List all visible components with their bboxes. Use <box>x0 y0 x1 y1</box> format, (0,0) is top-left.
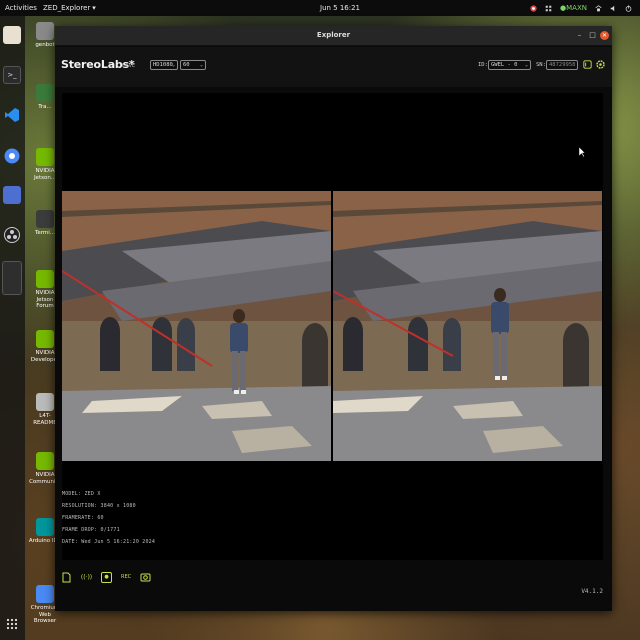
desktop-app-icon <box>36 148 54 166</box>
right-camera-frame <box>333 191 602 461</box>
obs-icon[interactable] <box>3 226 21 244</box>
app-header: StereoLabs* LIVE HD1080 ⌄ 60 ⌄ ID: GWEL … <box>55 47 612 87</box>
minimize-icon[interactable]: – <box>575 31 584 40</box>
desktop-app-icon <box>36 585 54 603</box>
power-icon[interactable] <box>625 4 632 12</box>
grid-icon[interactable] <box>545 5 552 12</box>
terminal-window-icon[interactable] <box>2 261 22 295</box>
camera-id-label: ID: <box>478 62 488 68</box>
desktop-app-icon <box>36 518 54 536</box>
gear-icon[interactable] <box>595 59 606 70</box>
dock: >_ <box>0 16 25 640</box>
network-icon[interactable] <box>595 4 602 12</box>
desktop-app-icon <box>36 84 54 102</box>
record-button[interactable]: ● <box>101 571 112 583</box>
file-icon[interactable] <box>61 572 72 583</box>
window-title: Explorer <box>316 31 351 39</box>
clock[interactable]: Jun 5 16:21 <box>320 4 360 12</box>
camera-id-select-value: GWEL - 0 <box>491 62 518 68</box>
left-camera-frame <box>62 191 331 461</box>
camera-id-select[interactable]: GWEL - 0 ⌄ <box>488 60 531 70</box>
desktop-app-icon <box>36 210 54 228</box>
screenshot-icon[interactable] <box>3 186 21 204</box>
system-top-bar: Activities ZED_Explorer ▾ Jun 5 16:21 ●M… <box>0 0 640 16</box>
info-date: DATE: Wed Jun 5 16:21:20 2024 <box>62 539 156 545</box>
settings-panel-icon[interactable] <box>582 59 593 70</box>
desktop-app-icon <box>36 330 54 348</box>
chevron-down-icon: ⌄ <box>524 62 528 68</box>
show-apps-icon[interactable] <box>6 618 18 630</box>
chevron-down-icon: ⌄ <box>199 62 203 68</box>
info-resolution: RESOLUTION: 3840 x 1080 <box>62 503 136 509</box>
explorer-window: Explorer – □ ✕ StereoLabs* LIVE HD1080 ⌄… <box>55 26 612 611</box>
chromium-icon[interactable] <box>3 147 21 165</box>
chrome-icon[interactable] <box>530 4 537 12</box>
app-menu[interactable]: ZED_Explorer ▾ <box>43 4 96 12</box>
maximize-icon[interactable]: □ <box>588 31 597 40</box>
stream-icon[interactable]: ((·)) <box>81 572 92 583</box>
power-mode-indicator[interactable]: ●MAXN <box>560 4 587 12</box>
serial-number-value: 48729958 <box>549 62 576 68</box>
window-titlebar[interactable]: Explorer – □ ✕ <box>55 26 612 46</box>
files-icon[interactable] <box>3 26 21 44</box>
activities-button[interactable]: Activities <box>5 4 37 12</box>
serial-number-field: 48729958 <box>546 60 578 70</box>
info-framerate: FRAMERATE: 60 <box>62 515 104 521</box>
fps-select-value: 60 <box>183 62 190 68</box>
info-frame-drop: FRAME DROP: 0/1771 <box>62 527 120 533</box>
version-label: V4.1.2 <box>581 588 603 595</box>
app-menu-label: ZED_Explorer <box>43 4 91 12</box>
desktop-app-icon <box>36 22 54 40</box>
bottom-toolbar: ((·)) ● REC <box>61 571 151 583</box>
live-label: LIVE <box>122 63 136 69</box>
desktop-app-icon <box>36 452 54 470</box>
resolution-select[interactable]: HD1080 ⌄ <box>150 60 178 70</box>
record-label: REC <box>121 574 132 580</box>
terminal-icon[interactable]: >_ <box>3 66 21 84</box>
mouse-cursor-icon <box>578 146 586 158</box>
resolution-select-value: HD1080 <box>153 62 173 68</box>
serial-number-label: SN: <box>536 62 546 68</box>
desktop-app-icon <box>36 393 54 411</box>
caret-down-icon: ▾ <box>92 4 96 12</box>
system-tray[interactable]: ●MAXN <box>530 4 632 12</box>
desktop-app-icon <box>36 270 54 288</box>
vscode-icon[interactable] <box>3 106 21 124</box>
camera-snapshot-icon[interactable] <box>140 572 151 583</box>
chevron-down-icon: ⌄ <box>171 62 175 68</box>
close-icon[interactable]: ✕ <box>600 31 609 40</box>
volume-icon[interactable] <box>610 5 617 12</box>
fps-select[interactable]: 60 ⌄ <box>180 60 206 70</box>
record-icon: ● <box>104 574 109 580</box>
power-mode-label: MAXN <box>566 4 587 12</box>
info-model: MODEL: ZED X <box>62 491 101 497</box>
camera-info-panel: MODEL: ZED X RESOLUTION: 3840 x 1080 FRA… <box>62 488 155 548</box>
